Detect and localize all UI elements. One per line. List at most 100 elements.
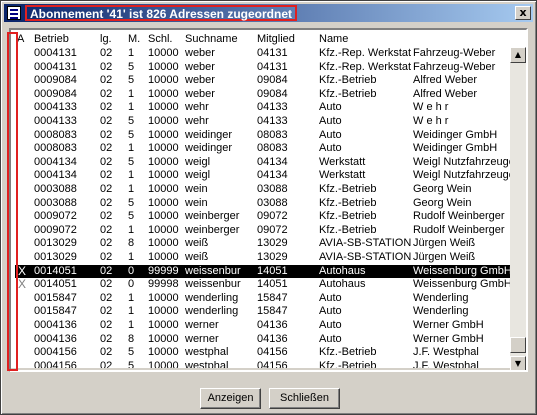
table-row[interactable]: 0004156 02 5 10000 westphal 04156 Kfz.-Betrieb… (15, 359, 510, 372)
row-name-cell: Auto (319, 319, 342, 331)
row-name-cell: Kfz.-Betrieb (319, 223, 377, 236)
table-row[interactable]: 0004134 02 1 10000 weigl 04134 Werkstatt Weigl … (15, 169, 510, 182)
table-row[interactable]: 0015847 02 1 10000 wenderling 15847 Auto Wender… (15, 305, 510, 318)
row-betrieb-cell: 0004131 (34, 47, 77, 59)
row-suchname-cell: weiß (185, 237, 209, 250)
row-schl-cell: 10000 (148, 47, 179, 59)
table-row[interactable]: 0004134 02 5 10000 weigl 04134 Werkstatt Weigl … (15, 156, 510, 169)
row-mitglied-cell: 04156 (257, 359, 288, 372)
row-betrieb-cell: 0014051 (34, 264, 77, 277)
row-betrieb-cell: 0004156 (34, 359, 77, 372)
row-schl-cell: 10000 (148, 183, 179, 195)
row-schl-cell: 10000 (148, 60, 179, 73)
row-a-cell (17, 210, 27, 223)
row-m-cell: 5 (128, 210, 135, 223)
row-name-cell: Werkstatt (319, 169, 366, 182)
arrow-down-icon[interactable]: ▼ (510, 356, 526, 370)
row-m-cell: 5 (128, 128, 135, 141)
row-extra-cell: Jürgen Weiß (413, 251, 476, 263)
row-m-cell: 8 (128, 237, 135, 250)
row-a-cell (17, 305, 27, 318)
table-row[interactable]: 0004136 02 8 10000 werner 04136 Auto Werner Gmb… (15, 333, 510, 346)
column-header-a[interactable]: A (17, 33, 27, 46)
row-m-cell: 1 (128, 101, 135, 114)
vertical-scrollbar[interactable]: ▲ ▼ (510, 47, 526, 370)
table-row[interactable]: 0003088 02 1 10000 wein 03088 Kfz.-Betrieb Geor… (15, 183, 510, 196)
row-extra-cell: Alfred Weber (413, 74, 477, 87)
row-extra-cell: Werner GmbH (413, 332, 484, 345)
row-m-cell: 5 (128, 359, 135, 372)
row-extra-cell: Weidinger GmbH (413, 128, 498, 141)
row-betrieb-cell: 0009084 (34, 87, 77, 100)
table-row[interactable]: 0008083 02 1 10000 weidinger 08083 Auto Weiding… (15, 142, 510, 155)
row-betrieb-cell: 0003088 (34, 183, 77, 195)
row-lg-cell: 02 (100, 142, 113, 155)
row-name-cell: Kfz.-Betrieb (319, 359, 377, 372)
row-a-cell (17, 319, 27, 332)
row-name-cell: Auto (319, 115, 342, 127)
row-lg-cell: 02 (100, 183, 113, 195)
row-mitglied-cell: 04131 (257, 60, 288, 73)
title-bar[interactable]: Abonnement '41' ist 826 Adressen zugeord… (4, 4, 533, 22)
row-a-cell (17, 224, 27, 237)
column-header-betrieb[interactable]: Betrieb (34, 33, 96, 46)
row-name-cell: Auto (319, 332, 342, 345)
window-title: Abonnement '41' ist 826 Adressen zugeord… (25, 5, 297, 21)
column-header-suchname[interactable]: Suchname (185, 33, 255, 46)
table-row[interactable]: 0015847 02 1 10000 wenderling 15847 Auto Wender… (15, 292, 510, 305)
row-schl-cell: 10000 (148, 305, 179, 318)
table-row[interactable]: 0009084 02 1 10000 weber 09084 Kfz.-Betrieb Alf… (15, 88, 510, 101)
dialog-window: Abonnement '41' ist 826 Adressen zugeord… (0, 0, 537, 415)
horizontal-scrollbar[interactable] (11, 368, 510, 370)
table-row[interactable]: 0004156 02 5 10000 westphal 04156 Kfz.-Betrieb… (15, 346, 510, 359)
column-header-mitglied[interactable]: Mitglied (257, 33, 317, 46)
column-header-name[interactable]: Name (319, 33, 411, 46)
table-row[interactable]: X 0014051 02 0 99998 weissenbur 14051 Autohaus W… (15, 278, 510, 291)
row-suchname-cell: werner (185, 332, 219, 345)
row-mitglied-cell: 09072 (257, 223, 288, 236)
table-row[interactable]: 0004136 02 1 10000 werner 04136 Auto Werner Gmb… (15, 319, 510, 332)
row-mitglied-cell: 04133 (257, 115, 288, 127)
table-row[interactable]: 0013029 02 8 10000 weiß 13029 AVIA-SB-STATION J… (15, 237, 510, 250)
table-row[interactable]: 0008083 02 5 10000 weidinger 08083 Auto Weiding… (15, 129, 510, 142)
table-row-selected[interactable]: X 0014051 02 0 99999 weissenbur 14051 Autohaus W… (15, 264, 510, 278)
table-row[interactable]: 0004131 02 1 10000 weber 04131 Kfz.-Rep. Werks… (15, 47, 510, 60)
row-betrieb-cell: 0009072 (34, 223, 77, 236)
table-row[interactable]: 0009072 02 1 10000 weinberger 09072 Kfz.-Betri… (15, 224, 510, 237)
row-extra-cell: Georg Wein (413, 183, 472, 195)
scrollbar-thumb[interactable] (510, 337, 526, 353)
row-mitglied-cell: 15847 (257, 291, 288, 304)
schliessen-button[interactable]: Schließen (269, 388, 340, 409)
column-header-lg[interactable]: lg. (100, 33, 126, 46)
row-suchname-cell: westphal (185, 359, 229, 372)
table-row[interactable]: 0009084 02 5 10000 weber 09084 Kfz.-Betrieb Alf… (15, 74, 510, 87)
row-name-cell: Auto (319, 101, 342, 114)
column-header-m[interactable]: M. (128, 33, 146, 46)
row-mitglied-cell: 09084 (257, 87, 288, 100)
anzeigen-button[interactable]: Anzeigen (200, 388, 261, 409)
row-name-cell: Autohaus (319, 264, 366, 277)
arrow-up-icon[interactable]: ▲ (510, 47, 526, 63)
table-row[interactable]: 0003088 02 5 10000 wein 03088 Kfz.-Betrieb Geor… (15, 197, 510, 210)
table-row[interactable]: 0004133 02 1 10000 wehr 04133 Auto W e h r (15, 101, 510, 114)
table-row[interactable]: 0009072 02 5 10000 weinberger 09072 Kfz.-Betri… (15, 210, 510, 223)
row-extra-cell: Weissenburg GmbH (413, 278, 510, 291)
row-lg-cell: 02 (100, 87, 113, 100)
table-row[interactable]: 0013029 02 1 10000 weiß 13029 AVIA-SB-STATION J… (15, 251, 510, 264)
row-mitglied-cell: 09084 (257, 74, 288, 87)
row-a-cell (17, 237, 27, 250)
row-mitglied-cell: 13029 (257, 237, 288, 250)
column-header-schl[interactable]: Schl. (148, 33, 184, 46)
row-schl-cell: 10000 (148, 359, 179, 372)
row-betrieb-cell: 0009072 (34, 210, 77, 223)
row-name-cell: Kfz.-Rep. Werkstat (319, 47, 411, 59)
row-mitglied-cell: 14051 (257, 278, 288, 291)
table-row[interactable]: 0004131 02 5 10000 weber 04131 Kfz.-Rep. Werks… (15, 61, 510, 74)
row-suchname-cell: weidinger (185, 142, 233, 155)
row-lg-cell: 02 (100, 115, 113, 127)
address-list[interactable]: A Betrieb lg. M. Schl. Suchname Mitglied… (9, 28, 528, 372)
close-button[interactable]: x (515, 6, 531, 20)
row-schl-cell: 10000 (148, 291, 179, 304)
row-a-cell (17, 74, 27, 87)
table-row[interactable]: 0004133 02 5 10000 wehr 04133 Auto W e h r (15, 115, 510, 128)
